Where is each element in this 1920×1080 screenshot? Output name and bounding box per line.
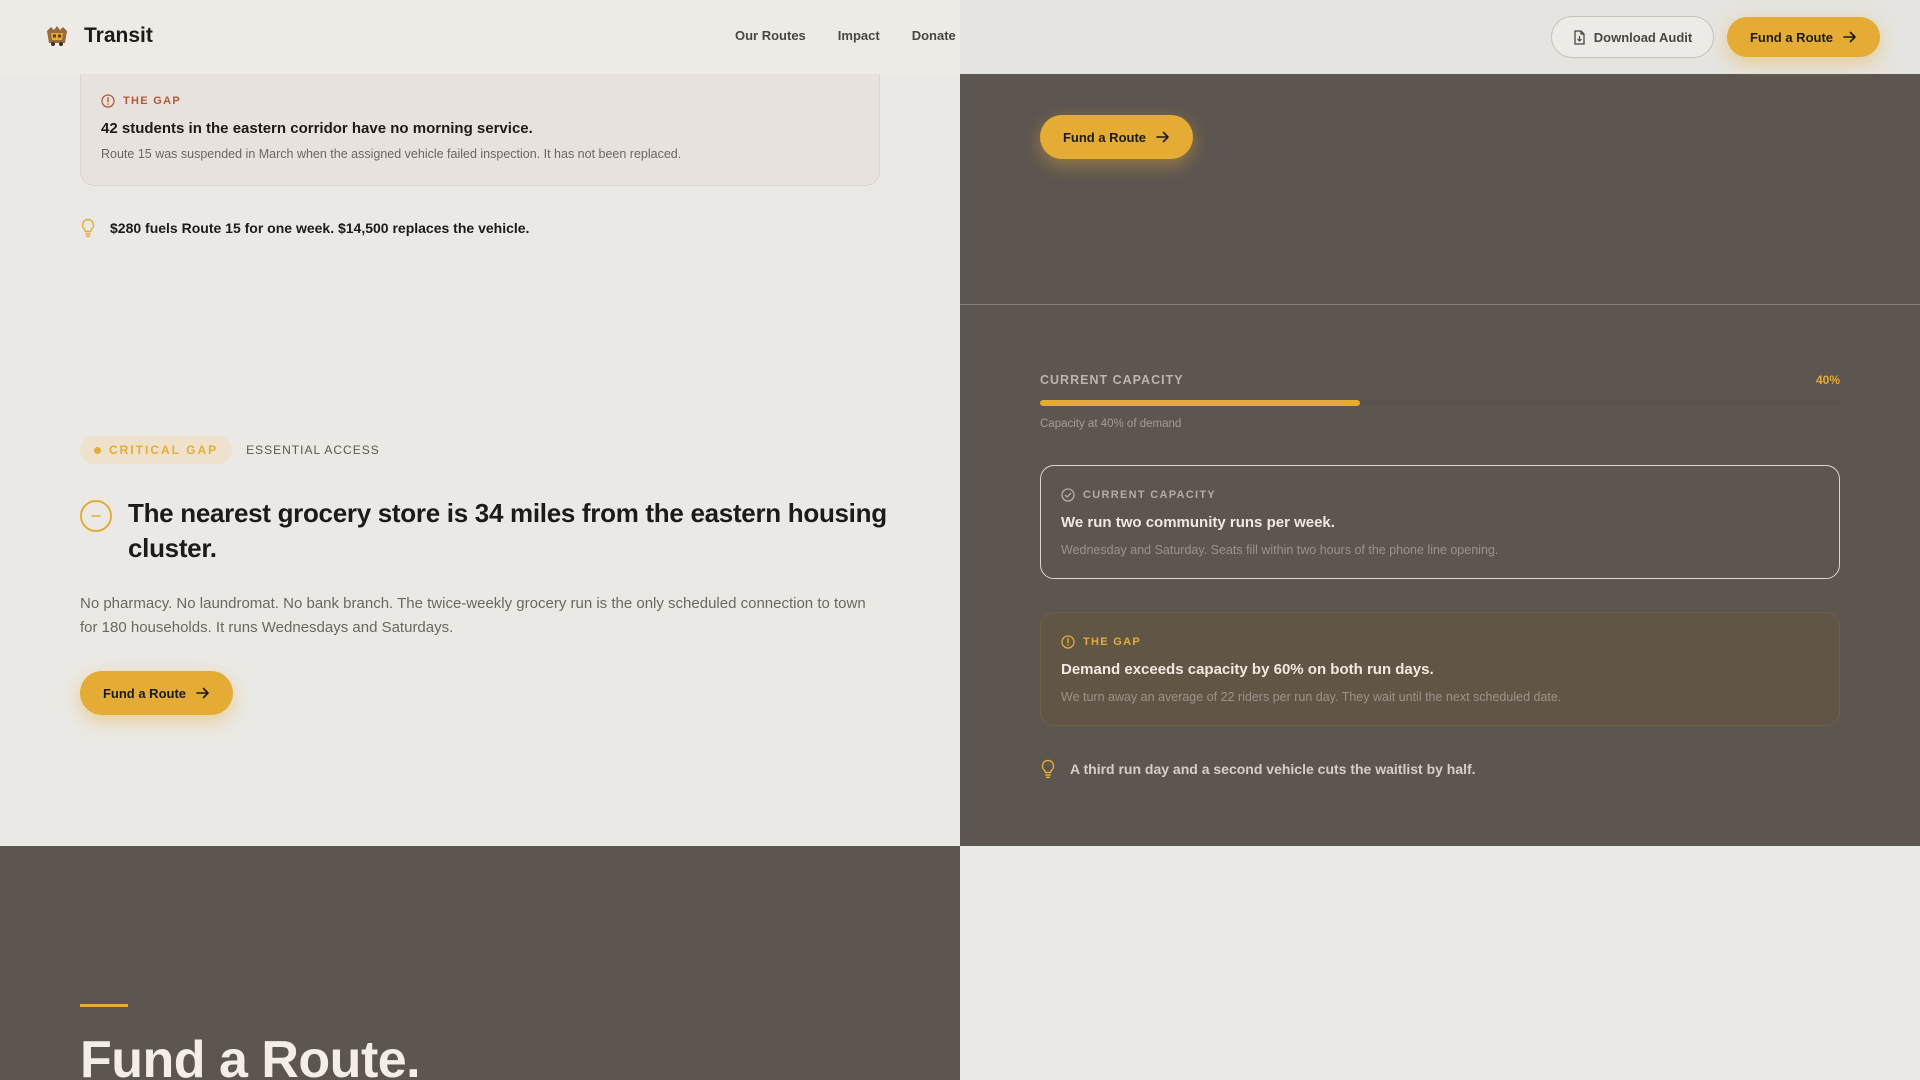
bottom-right-panel (960, 846, 1920, 1080)
lightbulb-icon (1041, 759, 1055, 778)
fund-route-button-right[interactable]: Fund a Route (1040, 115, 1193, 159)
critical-gap-label: CRITICAL GAP (109, 443, 219, 457)
demand-gap-label: THE GAP (1083, 636, 1141, 648)
critical-gap-badge: CRITICAL GAP (80, 436, 233, 464)
fund-route-button-left[interactable]: Fund a Route (80, 671, 233, 715)
grocery-body: No pharmacy. No laundromat. No bank bran… (80, 595, 866, 636)
logo[interactable]: Transit (44, 23, 153, 49)
capacity-note: Capacity at 40% of demand (1040, 418, 1182, 430)
capacity-label: CURRENT CAPACITY (1040, 373, 1184, 387)
capacity-bar-fill (1040, 400, 1360, 406)
bus-crest-icon (47, 26, 67, 46)
nav-donate[interactable]: Donate (912, 28, 956, 43)
fund-route-label-right: Fund a Route (1062, 129, 1147, 145)
check-circle-icon (1061, 488, 1075, 502)
document-icon (1574, 29, 1585, 45)
download-audit-label: Download Audit (1593, 29, 1693, 45)
lightbulb-icon (81, 218, 95, 237)
alert-circle-icon (1061, 635, 1075, 649)
gap-card-title: 42 students in the eastern corridor have… (101, 120, 533, 137)
gap-card-label: THE GAP (123, 95, 181, 107)
category-label: ESSENTIAL ACCESS (246, 443, 380, 457)
site-header: Transit Our Routes Impact Donate Downloa… (0, 0, 1920, 74)
gap-card-label-row: THE GAP (101, 94, 859, 108)
gap-card-desc: Route 15 was suspended in March when the… (101, 147, 682, 161)
header-fund-route-label: Fund a Route (1749, 29, 1834, 45)
demand-gap-desc: We turn away an average of 22 riders per… (1061, 690, 1562, 704)
nav-our-routes[interactable]: Our Routes (735, 28, 806, 43)
fund-route-label-left: Fund a Route (102, 685, 187, 701)
header-fund-route-button[interactable]: Fund a Route (1727, 17, 1880, 57)
main-nav: Our Routes Impact Donate (735, 28, 956, 43)
capacity-percent: 40% (1815, 373, 1840, 387)
gap-card-students: THE GAP 42 students in the eastern corri… (80, 74, 880, 186)
download-audit-button[interactable]: Download Audit (1551, 16, 1714, 58)
accent-line (80, 1004, 128, 1007)
capacity-card-label: CURRENT CAPACITY (1083, 489, 1217, 501)
minus-circle-icon (80, 500, 112, 532)
demand-gap-card: THE GAP Demand exceeds capacity by 60% o… (1040, 612, 1840, 726)
arrow-right-icon (1843, 31, 1856, 43)
capacity-card-title: We run two community runs per week. (1061, 514, 1335, 531)
section-divider (960, 304, 1920, 305)
funding-tip-right: A third run day and a second vehicle cut… (1040, 759, 1476, 779)
funding-tip-right-text: A third run day and a second vehicle cut… (1070, 761, 1476, 777)
demand-gap-title: Demand exceeds capacity by 60% on both r… (1061, 661, 1434, 678)
alert-circle-icon (101, 94, 115, 108)
arrow-right-icon (196, 687, 209, 699)
demand-gap-label-row: THE GAP (1061, 635, 1819, 649)
funding-tip-left: $280 fuels Route 15 for one week. $14,50… (80, 218, 529, 238)
capacity-bar (1040, 400, 1840, 406)
badge-dot (94, 446, 101, 454)
logo-text: Transit (84, 24, 153, 47)
nav-impact[interactable]: Impact (838, 28, 880, 43)
capacity-card-desc: Wednesday and Saturday. Seats fill withi… (1061, 543, 1499, 557)
funding-tip-left-text: $280 fuels Route 15 for one week. $14,50… (110, 220, 530, 236)
badge-row: CRITICAL GAP ESSENTIAL ACCESS (80, 436, 380, 464)
grocery-headline: The nearest grocery store is 34 miles fr… (128, 498, 887, 563)
capacity-card: CURRENT CAPACITY We run two community ru… (1040, 465, 1840, 579)
fund-section-title: Fund a Route. (80, 1031, 421, 1080)
arrow-right-icon (1156, 131, 1169, 143)
capacity-card-label-row: CURRENT CAPACITY (1061, 488, 1819, 502)
